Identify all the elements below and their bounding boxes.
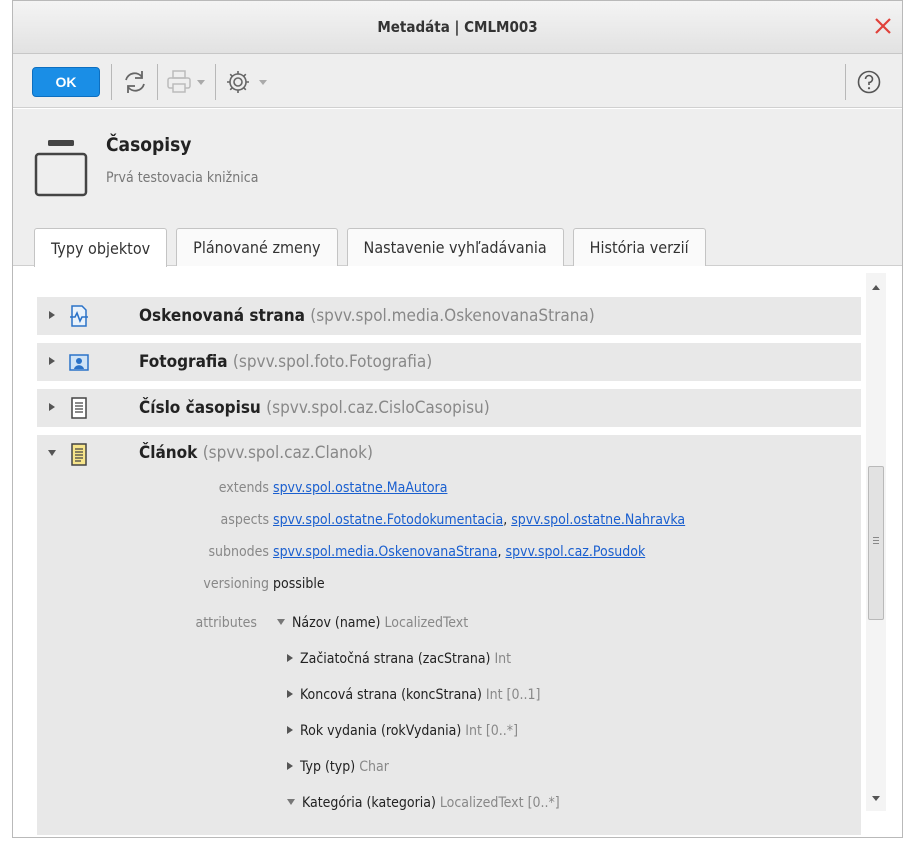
- aspects-label: aspects: [220, 512, 269, 528]
- expand-arrow-icon[interactable]: [49, 311, 55, 319]
- scrollbar-grip-icon: [873, 537, 879, 538]
- collapse-arrow-icon[interactable]: [277, 619, 285, 625]
- tab-version-history[interactable]: História verzií: [572, 228, 706, 266]
- collapse-arrow-icon[interactable]: [48, 450, 56, 456]
- collection-subtitle: Prvá testovacia knižnica: [106, 170, 259, 186]
- aspect-link[interactable]: spvv.spol.ostatne.Fotodokumentacia: [273, 512, 503, 528]
- type-name: Fotografia (spvv.spol.foto.Fotografia): [139, 352, 433, 372]
- tab-search-settings[interactable]: Nastavenie vyhľadávania: [346, 228, 564, 266]
- type-name: Číslo časopisu (spvv.spol.caz.CisloCasop…: [139, 398, 490, 418]
- print-icon[interactable]: [165, 69, 193, 95]
- article-icon: [71, 443, 87, 466]
- attribute-item[interactable]: Kategória (kategoria) LocalizedText [0..…: [287, 795, 560, 811]
- scrollbar-thumb[interactable]: [868, 466, 884, 620]
- vertical-scrollbar[interactable]: [866, 273, 886, 811]
- attribute-item[interactable]: Začiatočná strana (zacStrana) Int: [287, 651, 511, 667]
- gear-icon[interactable]: [224, 68, 252, 96]
- attribute-item[interactable]: Typ (typ) Char: [287, 759, 389, 775]
- type-list: Oskenovaná strana (spvv.spol.media.Osken…: [37, 297, 861, 837]
- collection-title: Časopisy: [106, 134, 192, 156]
- title-bar: Metadáta | CMLM003: [13, 1, 902, 54]
- photo-icon: [69, 354, 89, 371]
- type-name: Oskenovaná strana (spvv.spol.media.Osken…: [139, 306, 595, 326]
- expand-arrow-icon[interactable]: [287, 726, 293, 734]
- print-dropdown-caret[interactable]: [197, 80, 205, 85]
- subnodes-label: subnodes: [208, 544, 269, 560]
- toolbar-separator: [157, 64, 158, 100]
- folder-icon: [34, 140, 88, 197]
- expand-arrow-icon[interactable]: [49, 403, 55, 411]
- collapse-arrow-icon[interactable]: [287, 799, 295, 805]
- expand-arrow-icon[interactable]: [287, 690, 293, 698]
- settings-dropdown-caret[interactable]: [259, 80, 267, 85]
- toolbar-separator: [215, 64, 216, 100]
- subnode-link[interactable]: spvv.spol.media.OskenovanaStrana: [273, 544, 498, 560]
- expand-arrow-icon[interactable]: [287, 654, 293, 662]
- attribute-item[interactable]: Rok vydania (rokVydania) Int [0..*]: [287, 723, 518, 739]
- type-name: Článok (spvv.spol.caz.Clanok): [139, 443, 373, 463]
- versioning-label: versioning: [203, 576, 269, 592]
- expand-arrow-icon[interactable]: [49, 357, 55, 365]
- aspects-value: spvv.spol.ostatne.Fotodokumentacia, spvv…: [273, 512, 686, 528]
- subnode-link[interactable]: spvv.spol.caz.Posudok: [506, 544, 646, 560]
- type-row-photo[interactable]: Fotografia (spvv.spol.foto.Fotografia): [37, 343, 861, 381]
- help-icon[interactable]: [856, 69, 882, 95]
- scanned-page-icon: [70, 305, 88, 327]
- extends-label: extends: [218, 480, 269, 496]
- versioning-value: possible: [273, 576, 325, 592]
- scroll-up-arrow-icon[interactable]: [872, 285, 880, 290]
- type-row-scanned-page[interactable]: Oskenovaná strana (spvv.spol.media.Osken…: [37, 297, 861, 335]
- ok-button[interactable]: OK: [32, 67, 100, 97]
- extends-link[interactable]: spvv.spol.ostatne.MaAutora: [273, 480, 447, 496]
- tab-planned-changes[interactable]: Plánované zmeny: [176, 228, 338, 266]
- close-icon[interactable]: [870, 13, 896, 39]
- aspect-link[interactable]: spvv.spol.ostatne.Nahravka: [511, 512, 685, 528]
- attribute-item[interactable]: Názov (name) LocalizedText: [277, 615, 468, 631]
- scroll-down-arrow-icon[interactable]: [872, 796, 880, 801]
- document-icon: [71, 397, 87, 419]
- tab-bar: Typy objektov Plánované zmeny Nastavenie…: [34, 228, 715, 267]
- type-row-issue[interactable]: Číslo časopisu (spvv.spol.caz.CisloCasop…: [37, 389, 861, 427]
- attributes-label: attributes: [195, 615, 258, 631]
- toolbar-separator: [111, 64, 112, 100]
- metadata-dialog: Metadáta | CMLM003 OK Časopisy Prvá test…: [12, 0, 903, 838]
- toolbar-separator: [845, 64, 846, 100]
- toolbar: OK: [13, 54, 902, 108]
- tab-object-types[interactable]: Typy objektov: [34, 228, 168, 267]
- object-types-panel: Oskenovaná strana (spvv.spol.media.Osken…: [13, 267, 902, 837]
- attribute-item[interactable]: Koncová strana (koncStrana) Int [0..1]: [287, 687, 540, 703]
- expand-arrow-icon[interactable]: [287, 762, 293, 770]
- refresh-icon[interactable]: [121, 68, 149, 96]
- subnodes-value: spvv.spol.media.OskenovanaStrana, spvv.s…: [273, 544, 646, 560]
- window-title: Metadáta | CMLM003: [377, 18, 538, 36]
- extends-value: spvv.spol.ostatne.MaAutora: [273, 480, 447, 496]
- type-row-article-expanded: Článok (spvv.spol.caz.Clanok) extends sp…: [37, 435, 861, 835]
- collection-header: Časopisy Prvá testovacia knižnica Typy o…: [13, 109, 902, 267]
